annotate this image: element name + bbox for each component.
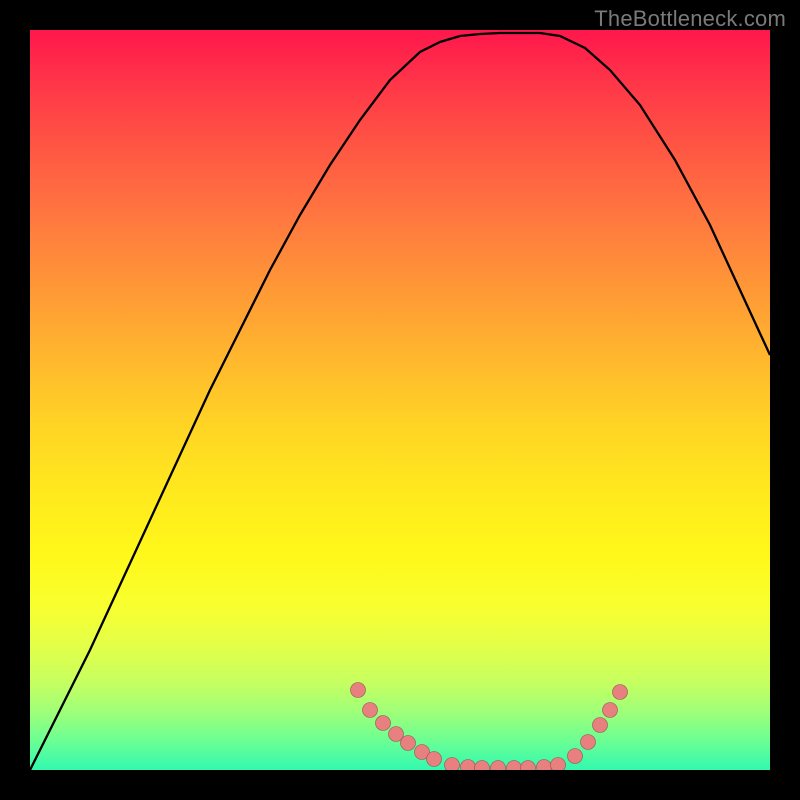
data-marker: [491, 761, 506, 771]
data-marker: [351, 683, 366, 698]
data-marker: [581, 735, 596, 750]
bottleneck-curve: [30, 33, 770, 770]
chart-frame: TheBottleneck.com: [0, 0, 800, 800]
data-marker: [427, 752, 442, 767]
data-marker: [475, 761, 490, 771]
plot-area: [30, 30, 770, 770]
data-marker: [376, 716, 391, 731]
watermark-text: TheBottleneck.com: [594, 6, 786, 32]
curve-layer: [30, 30, 770, 770]
data-marker: [461, 760, 476, 771]
data-marker: [551, 758, 566, 771]
data-marker: [521, 761, 536, 771]
data-marker: [507, 761, 522, 771]
data-markers: [351, 683, 628, 771]
data-marker: [568, 749, 583, 764]
data-marker: [401, 736, 416, 751]
data-marker: [445, 758, 460, 771]
data-marker: [537, 760, 552, 771]
data-marker: [603, 703, 618, 718]
data-marker: [613, 685, 628, 700]
data-marker: [593, 718, 608, 733]
data-marker: [363, 703, 378, 718]
